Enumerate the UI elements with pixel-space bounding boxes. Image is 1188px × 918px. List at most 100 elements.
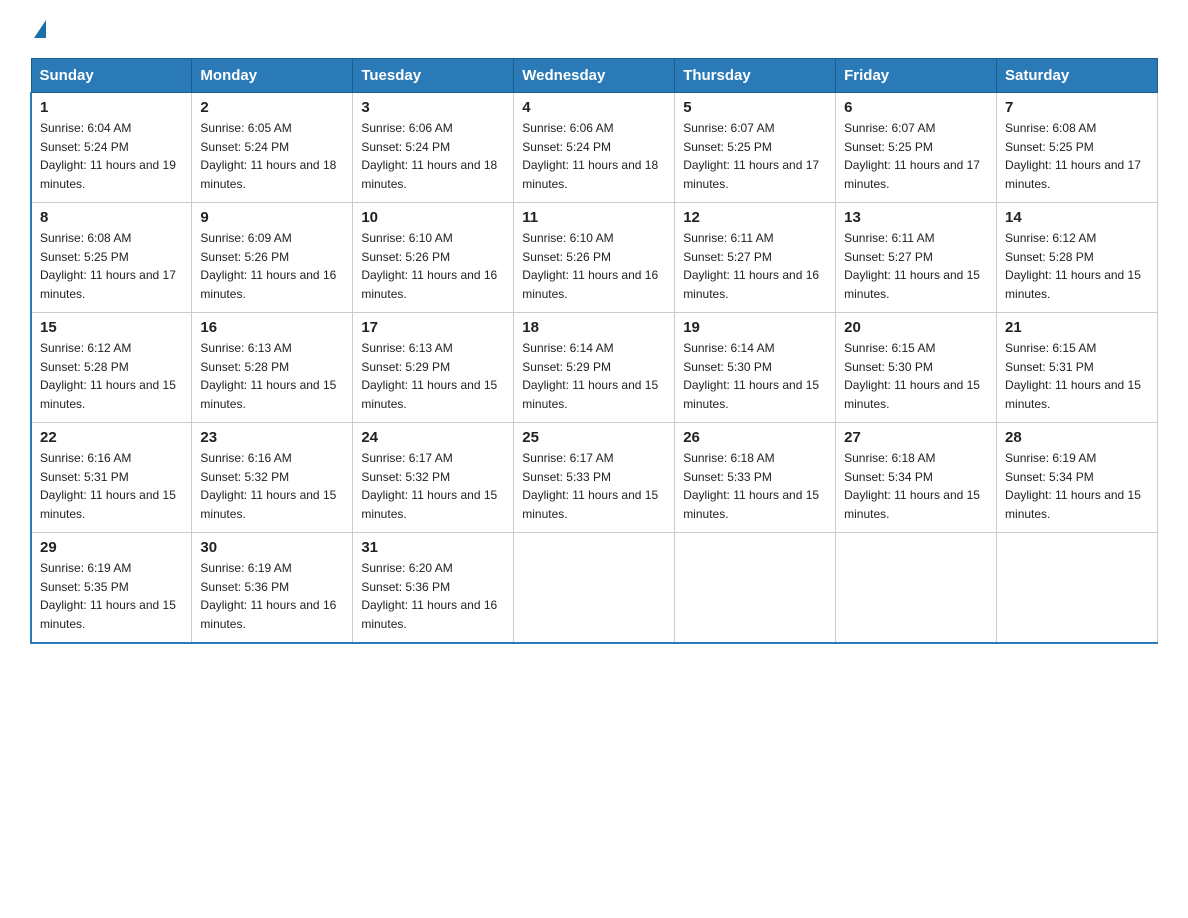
logo-triangle-icon: [34, 20, 46, 38]
day-info: Sunrise: 6:04 AMSunset: 5:24 PMDaylight:…: [40, 119, 183, 193]
day-info: Sunrise: 6:05 AMSunset: 5:24 PMDaylight:…: [200, 119, 344, 193]
day-info: Sunrise: 6:11 AMSunset: 5:27 PMDaylight:…: [683, 229, 827, 303]
calendar-cell: 18 Sunrise: 6:14 AMSunset: 5:29 PMDayligh…: [514, 313, 675, 423]
calendar-cell: 26Sunrise: 6:18 AMSunset: 5:33 PMDayligh…: [675, 423, 836, 533]
day-of-week-header: Tuesday: [353, 59, 514, 93]
day-number: 5: [683, 99, 827, 116]
calendar-cell: 19 Sunrise: 6:14 AMSunset: 5:30 PMDayligh…: [675, 313, 836, 423]
day-number: 23: [200, 429, 344, 446]
calendar-cell: 22 Sunrise: 6:16 AMSunset: 5:31 PMDayligh…: [31, 423, 192, 533]
day-info: Sunrise: 6:16 AMSunset: 5:31 PMDaylight:…: [40, 449, 183, 523]
day-info: Sunrise: 6:13 AMSunset: 5:28 PMDaylight:…: [200, 339, 344, 413]
logo: [30, 20, 46, 40]
calendar-week-row: 29 Sunrise: 6:19 AMSunset: 5:35 PMDayligh…: [31, 533, 1158, 643]
calendar-cell: 29 Sunrise: 6:19 AMSunset: 5:35 PMDayligh…: [31, 533, 192, 643]
day-number: 22: [40, 429, 183, 446]
day-info: Sunrise: 6:19 AMSunset: 5:36 PMDaylight:…: [200, 559, 344, 633]
calendar-cell: 27 Sunrise: 6:18 AMSunset: 5:34 PMDayligh…: [836, 423, 997, 533]
day-number: 19: [683, 319, 827, 336]
day-number: 29: [40, 539, 183, 556]
day-number: 4: [522, 99, 666, 116]
calendar-cell: 30 Sunrise: 6:19 AMSunset: 5:36 PMDayligh…: [192, 533, 353, 643]
calendar-cell: [514, 533, 675, 643]
day-number: 14: [1005, 209, 1149, 226]
day-info: Sunrise: 6:12 AMSunset: 5:28 PMDaylight:…: [1005, 229, 1149, 303]
calendar-cell: 24Sunrise: 6:17 AMSunset: 5:32 PMDayligh…: [353, 423, 514, 533]
calendar-cell: [997, 533, 1158, 643]
calendar-cell: 11 Sunrise: 6:10 AMSunset: 5:26 PMDayligh…: [514, 203, 675, 313]
calendar-cell: 17 Sunrise: 6:13 AMSunset: 5:29 PMDayligh…: [353, 313, 514, 423]
day-info: Sunrise: 6:07 AMSunset: 5:25 PMDaylight:…: [683, 119, 827, 193]
day-info: Sunrise: 6:15 AMSunset: 5:30 PMDaylight:…: [844, 339, 988, 413]
day-number: 9: [200, 209, 344, 226]
page-header: [30, 20, 1158, 40]
day-of-week-header: Saturday: [997, 59, 1158, 93]
day-info: Sunrise: 6:19 AMSunset: 5:35 PMDaylight:…: [40, 559, 183, 633]
day-of-week-header: Thursday: [675, 59, 836, 93]
calendar-week-row: 22 Sunrise: 6:16 AMSunset: 5:31 PMDayligh…: [31, 423, 1158, 533]
day-of-week-header: Monday: [192, 59, 353, 93]
day-info: Sunrise: 6:08 AMSunset: 5:25 PMDaylight:…: [40, 229, 183, 303]
day-info: Sunrise: 6:10 AMSunset: 5:26 PMDaylight:…: [522, 229, 666, 303]
calendar-cell: 1 Sunrise: 6:04 AMSunset: 5:24 PMDaylight…: [31, 93, 192, 203]
day-number: 16: [200, 319, 344, 336]
calendar-table: SundayMondayTuesdayWednesdayThursdayFrid…: [30, 58, 1158, 644]
day-info: Sunrise: 6:12 AMSunset: 5:28 PMDaylight:…: [40, 339, 183, 413]
day-info: Sunrise: 6:14 AMSunset: 5:30 PMDaylight:…: [683, 339, 827, 413]
day-info: Sunrise: 6:15 AMSunset: 5:31 PMDaylight:…: [1005, 339, 1149, 413]
calendar-cell: 20 Sunrise: 6:15 AMSunset: 5:30 PMDayligh…: [836, 313, 997, 423]
calendar-cell: 5 Sunrise: 6:07 AMSunset: 5:25 PMDaylight…: [675, 93, 836, 203]
day-info: Sunrise: 6:06 AMSunset: 5:24 PMDaylight:…: [522, 119, 666, 193]
calendar-cell: 3 Sunrise: 6:06 AMSunset: 5:24 PMDaylight…: [353, 93, 514, 203]
day-info: Sunrise: 6:20 AMSunset: 5:36 PMDaylight:…: [361, 559, 505, 633]
day-of-week-header: Friday: [836, 59, 997, 93]
calendar-cell: 6Sunrise: 6:07 AMSunset: 5:25 PMDaylight…: [836, 93, 997, 203]
day-info: Sunrise: 6:19 AMSunset: 5:34 PMDaylight:…: [1005, 449, 1149, 523]
day-number: 31: [361, 539, 505, 556]
calendar-cell: 13Sunrise: 6:11 AMSunset: 5:27 PMDayligh…: [836, 203, 997, 313]
day-info: Sunrise: 6:14 AMSunset: 5:29 PMDaylight:…: [522, 339, 666, 413]
calendar-week-row: 8 Sunrise: 6:08 AMSunset: 5:25 PMDaylight…: [31, 203, 1158, 313]
day-info: Sunrise: 6:18 AMSunset: 5:33 PMDaylight:…: [683, 449, 827, 523]
day-number: 2: [200, 99, 344, 116]
day-number: 3: [361, 99, 505, 116]
day-number: 7: [1005, 99, 1149, 116]
calendar-cell: [836, 533, 997, 643]
day-info: Sunrise: 6:09 AMSunset: 5:26 PMDaylight:…: [200, 229, 344, 303]
day-info: Sunrise: 6:16 AMSunset: 5:32 PMDaylight:…: [200, 449, 344, 523]
day-info: Sunrise: 6:08 AMSunset: 5:25 PMDaylight:…: [1005, 119, 1149, 193]
calendar-cell: [675, 533, 836, 643]
day-number: 18: [522, 319, 666, 336]
day-info: Sunrise: 6:17 AMSunset: 5:33 PMDaylight:…: [522, 449, 666, 523]
calendar-week-row: 1 Sunrise: 6:04 AMSunset: 5:24 PMDaylight…: [31, 93, 1158, 203]
day-number: 21: [1005, 319, 1149, 336]
calendar-cell: 23 Sunrise: 6:16 AMSunset: 5:32 PMDayligh…: [192, 423, 353, 533]
calendar-cell: 9 Sunrise: 6:09 AMSunset: 5:26 PMDaylight…: [192, 203, 353, 313]
day-number: 6: [844, 99, 988, 116]
day-number: 20: [844, 319, 988, 336]
day-number: 11: [522, 209, 666, 226]
day-number: 27: [844, 429, 988, 446]
day-info: Sunrise: 6:13 AMSunset: 5:29 PMDaylight:…: [361, 339, 505, 413]
calendar-week-row: 15Sunrise: 6:12 AMSunset: 5:28 PMDayligh…: [31, 313, 1158, 423]
calendar-cell: 15Sunrise: 6:12 AMSunset: 5:28 PMDayligh…: [31, 313, 192, 423]
day-number: 24: [361, 429, 505, 446]
calendar-cell: 31 Sunrise: 6:20 AMSunset: 5:36 PMDayligh…: [353, 533, 514, 643]
day-number: 28: [1005, 429, 1149, 446]
day-number: 1: [40, 99, 183, 116]
day-info: Sunrise: 6:11 AMSunset: 5:27 PMDaylight:…: [844, 229, 988, 303]
calendar-cell: 10Sunrise: 6:10 AMSunset: 5:26 PMDayligh…: [353, 203, 514, 313]
day-number: 25: [522, 429, 666, 446]
day-info: Sunrise: 6:18 AMSunset: 5:34 PMDaylight:…: [844, 449, 988, 523]
calendar-cell: 21 Sunrise: 6:15 AMSunset: 5:31 PMDayligh…: [997, 313, 1158, 423]
calendar-cell: 2 Sunrise: 6:05 AMSunset: 5:24 PMDaylight…: [192, 93, 353, 203]
calendar-cell: 25 Sunrise: 6:17 AMSunset: 5:33 PMDayligh…: [514, 423, 675, 533]
day-number: 10: [361, 209, 505, 226]
day-number: 8: [40, 209, 183, 226]
day-number: 17: [361, 319, 505, 336]
calendar-cell: 7 Sunrise: 6:08 AMSunset: 5:25 PMDaylight…: [997, 93, 1158, 203]
day-of-week-header: Sunday: [31, 59, 192, 93]
day-number: 30: [200, 539, 344, 556]
day-of-week-header: Wednesday: [514, 59, 675, 93]
day-info: Sunrise: 6:06 AMSunset: 5:24 PMDaylight:…: [361, 119, 505, 193]
